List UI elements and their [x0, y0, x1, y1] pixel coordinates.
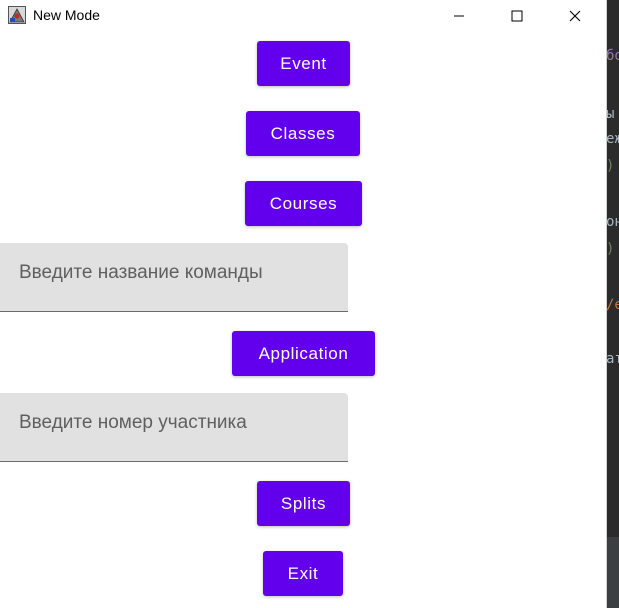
participant-number-field [0, 393, 348, 462]
event-button[interactable]: Event [257, 41, 350, 86]
team-name-input[interactable] [0, 243, 348, 311]
app-window: New Mode Event Classes Courses Введите н… [0, 0, 607, 608]
title-bar[interactable]: New Mode [0, 0, 606, 31]
editor-text-fragment: еж [606, 131, 619, 147]
editor-text-fragment: он [606, 214, 619, 230]
editor-text-fragment: ы [606, 106, 615, 122]
desktop: бо ы еж ) он ) /е ат New Mode Event Clas… [0, 0, 619, 608]
maximize-icon [511, 10, 523, 21]
editor-text-fragment: ) [606, 158, 615, 174]
close-button[interactable] [552, 0, 598, 31]
minimize-icon [454, 15, 464, 16]
application-button[interactable]: Application [232, 331, 375, 376]
exit-button[interactable]: Exit [263, 551, 343, 596]
close-icon [569, 10, 581, 21]
maximize-button[interactable] [494, 0, 540, 31]
editor-text-fragment: /е [606, 297, 619, 313]
classes-button[interactable]: Classes [246, 111, 360, 156]
splits-button[interactable]: Splits [257, 481, 350, 526]
background-editor-panel [606, 537, 619, 608]
courses-button[interactable]: Courses [245, 181, 362, 226]
minimize-button[interactable] [436, 0, 482, 31]
app-icon [8, 6, 26, 24]
background-editor-strip: бо ы еж ) он ) /е ат [606, 0, 619, 608]
team-name-field [0, 243, 348, 312]
window-title: New Mode [33, 7, 100, 23]
editor-text-fragment: ) [606, 241, 615, 257]
editor-text-fragment: бо [606, 48, 619, 64]
participant-number-input[interactable] [0, 393, 348, 461]
editor-text-fragment: ат [606, 351, 619, 367]
